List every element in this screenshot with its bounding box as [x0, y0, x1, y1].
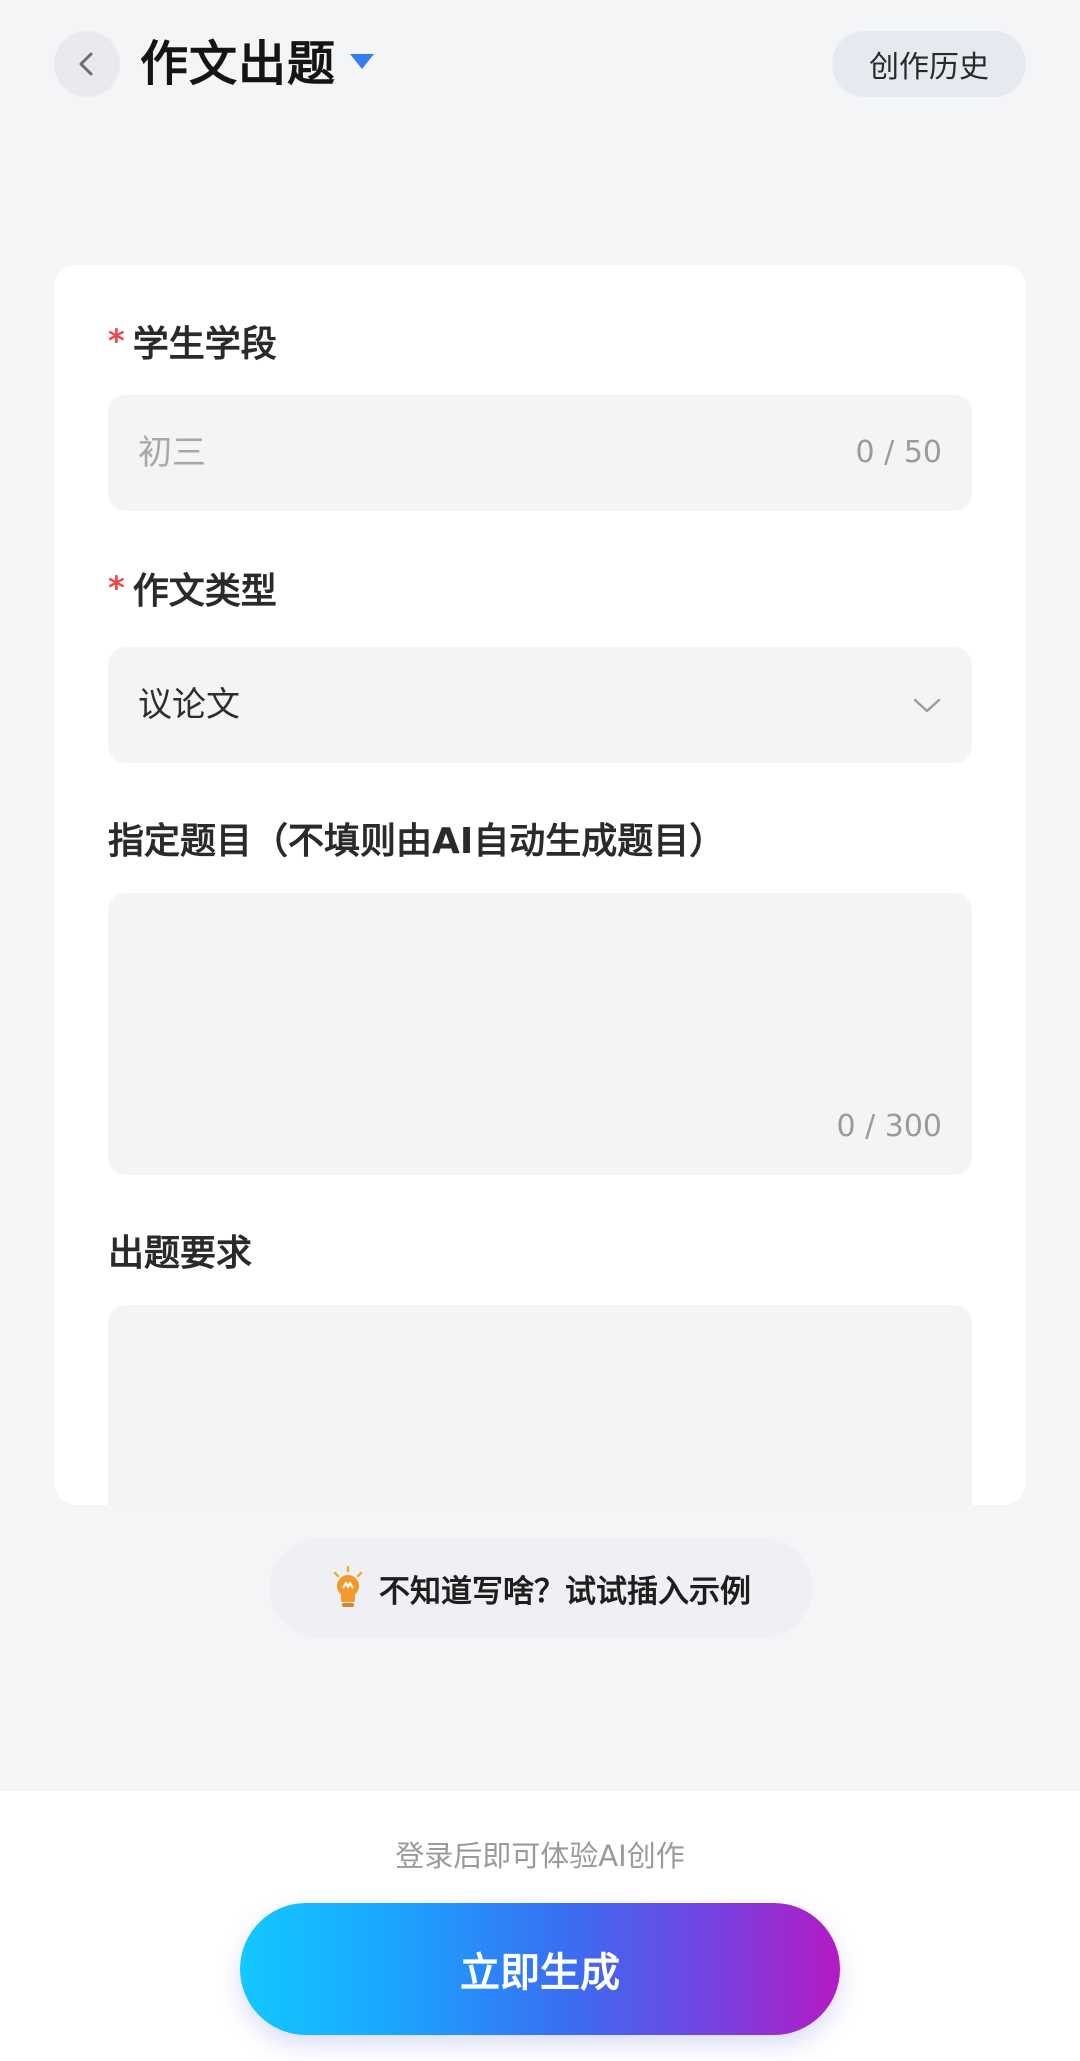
lightbulb-icon: [333, 1566, 363, 1607]
requirement-textarea[interactable]: [108, 1305, 972, 1505]
generate-button[interactable]: 立即生成: [240, 1903, 840, 2035]
required-mark: *: [108, 569, 125, 607]
stage-input[interactable]: 初三 0 / 50: [108, 395, 972, 511]
topic-textarea[interactable]: 0 / 300: [108, 893, 972, 1175]
topic-label: 指定题目（不填则由AI自动生成题目）: [108, 821, 726, 862]
required-mark: *: [108, 322, 125, 360]
chevron-left-icon: [79, 52, 93, 76]
stage-counter: 0 / 50: [855, 435, 942, 470]
chevron-down-icon: [913, 698, 941, 713]
tip-text: 不知道写啥？试试插入示例: [379, 1573, 751, 1610]
stage-label-text: 学生学段: [132, 324, 277, 365]
caret-down-icon[interactable]: [350, 54, 374, 69]
stage-label: * 学生学段: [108, 321, 277, 369]
type-label-text: 作文类型: [132, 571, 277, 612]
stage-placeholder: 初三: [138, 433, 206, 473]
history-button[interactable]: 创作历史: [832, 31, 1026, 97]
top-bar: 作文出题 创作历史: [0, 0, 1080, 130]
type-select[interactable]: 议论文: [108, 647, 972, 763]
type-value: 议论文: [138, 685, 240, 725]
requirement-label: 出题要求: [108, 1233, 253, 1274]
insert-example-button[interactable]: 不知道写啥？试试插入示例: [270, 1538, 812, 1638]
back-button[interactable]: [54, 31, 120, 97]
page-title[interactable]: 作文出题: [140, 28, 336, 100]
login-hint[interactable]: 登录后即可体验AI创作: [0, 1836, 1080, 1876]
form-card: * 学生学段 初三 0 / 50 * 作文类型 议论文 指定题目（不填则由AI自动生…: [54, 265, 1026, 1505]
type-label: * 作文类型: [108, 568, 277, 616]
topic-counter: 0 / 300: [836, 1109, 942, 1144]
